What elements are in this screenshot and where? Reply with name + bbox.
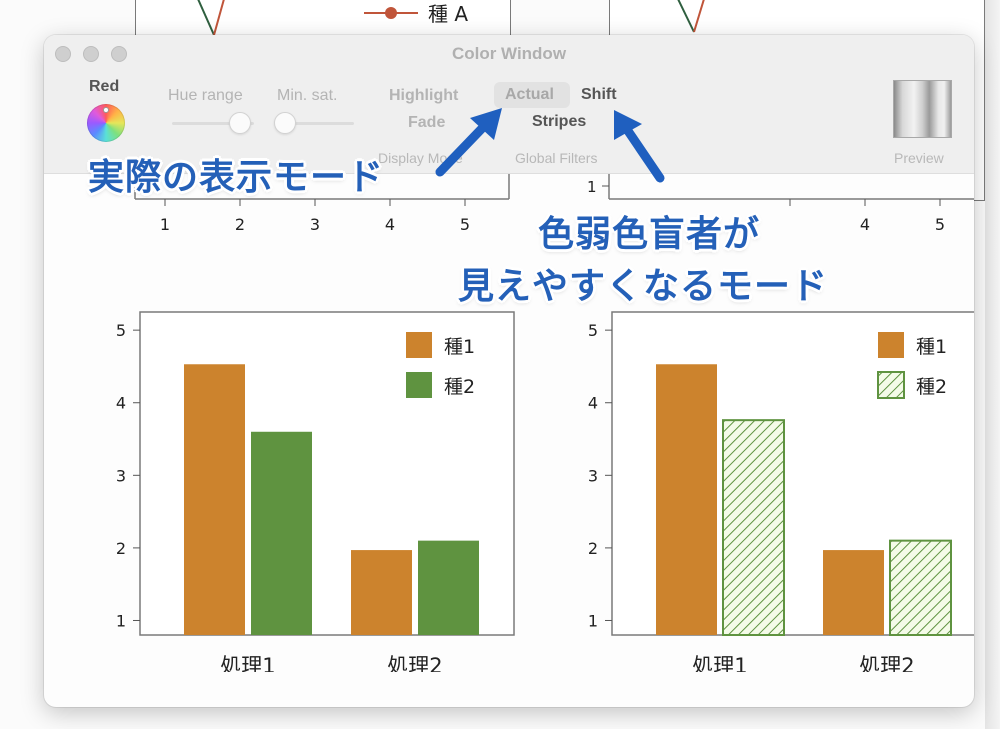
y-tick-label: 5: [588, 321, 598, 340]
right-upper-x-ticks: 45: [789, 199, 945, 234]
color-wheel-selector[interactable]: [103, 107, 109, 113]
x-tick-label: 5: [935, 215, 945, 234]
legend-swatch: [406, 332, 432, 358]
legend-marker-a: [385, 7, 397, 19]
bar-chart-actual: 1 2 3 4 5 処理1 処理2 種1 種2: [116, 311, 515, 672]
x-tick-label: 2: [235, 215, 245, 234]
legend-swatch: [406, 372, 432, 398]
global-filters-group-label: Global Filters: [515, 150, 598, 166]
series-b-line: [677, 0, 695, 33]
x-tick-label: 5: [460, 215, 470, 234]
x-tick-label: 4: [860, 215, 870, 234]
bar-種2-処理1: [251, 431, 312, 635]
color-window: Color Window Red Hue range Min. sat. Hig…: [44, 35, 974, 707]
x-tick-label: 4: [385, 215, 395, 234]
y-tick-label: 5: [116, 321, 126, 340]
color-wheel-icon[interactable]: [87, 104, 125, 142]
min-sat-label: Min. sat.: [277, 87, 338, 104]
y-tick-label: 3: [116, 466, 126, 485]
legend-label-a: 種 A: [428, 2, 468, 26]
filter-shift[interactable]: Shift: [581, 86, 617, 104]
color-name-label: Red: [89, 78, 120, 95]
annotation-cvd-line1: 色弱色盲者が: [538, 214, 761, 255]
bar-種1-処理2: [351, 550, 412, 635]
series-a-line: [213, 0, 225, 36]
annotation-actual-mode: 実際の表示モード: [88, 157, 385, 198]
annotation-cvd-line2: 見えやすくなるモード: [458, 266, 829, 307]
legend-swatch: [877, 371, 905, 399]
bar-種1-処理1: [656, 364, 717, 635]
hue-range-label: Hue range: [168, 87, 243, 104]
y-tick-label: 4: [588, 394, 598, 413]
bar-chart-stripes: 1 2 3 4 5 処理1 処理2 種1 種2: [588, 311, 974, 672]
bar-種2-処理2: [889, 539, 952, 636]
legend-label: 種1: [916, 336, 947, 358]
series-a-line: [693, 0, 705, 33]
y-tick-label: 1: [116, 611, 126, 630]
x-category-label: 処理2: [859, 654, 914, 672]
x-category-label: 処理1: [220, 654, 275, 672]
left-upper-x-ticks: 1 2 3 4 5: [160, 199, 470, 234]
y-tick-label: 2: [588, 539, 598, 558]
display-mode-highlight[interactable]: Highlight: [389, 87, 458, 105]
legend-swatch: [878, 332, 904, 358]
series-b-line: [197, 0, 215, 36]
y-tick-label: 3: [588, 466, 598, 485]
document-edge: [985, 0, 1000, 729]
right-upper-y-tick-label: 1: [587, 178, 597, 196]
x-tick-label: 1: [160, 215, 170, 234]
legend-label: 種1: [444, 336, 475, 358]
hue-range-slider-knob[interactable]: [229, 112, 251, 134]
x-category-label: 処理1: [692, 654, 747, 672]
window-content: 1 12345 1 45 1 2 3 4 5 処理1 処理2 種1 種2 1 2 3 4 5 処理1 処理2…: [44, 174, 974, 707]
bar-種2-処理1: [722, 419, 785, 636]
display-mode-actual[interactable]: Actual: [505, 86, 554, 104]
bar-種1-処理1: [184, 364, 245, 635]
display-mode-fade[interactable]: Fade: [408, 114, 445, 132]
preview-swatch: [893, 80, 952, 138]
x-category-label: 処理2: [387, 654, 442, 672]
min-sat-slider-knob[interactable]: [274, 112, 296, 134]
filter-stripes[interactable]: Stripes: [532, 113, 586, 131]
legend-label: 種2: [916, 376, 947, 398]
window-title: Color Window: [451, 44, 567, 63]
bar-種2-処理2: [418, 540, 479, 635]
y-tick-label: 2: [116, 539, 126, 558]
display-mode-group-label: Display Mode: [378, 150, 463, 166]
x-tick-label: 3: [310, 215, 320, 234]
legend-label: 種2: [444, 376, 475, 398]
preview-label: Preview: [894, 150, 944, 166]
y-tick-label: 1: [588, 611, 598, 630]
bar-種1-処理2: [823, 550, 884, 635]
y-tick-label: 4: [116, 394, 126, 413]
